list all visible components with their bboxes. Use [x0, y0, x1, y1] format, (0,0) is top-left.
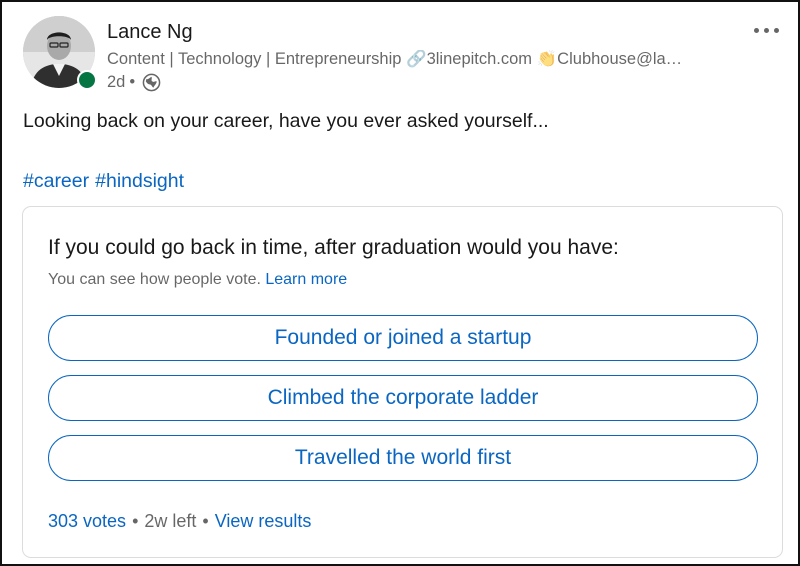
- poll-option-corporate[interactable]: Climbed the corporate ladder: [48, 375, 758, 421]
- vote-count-link[interactable]: 303 votes: [48, 511, 126, 532]
- post-time: 2d: [107, 73, 126, 91]
- footer-separator: •: [132, 511, 139, 531]
- globe-icon: [142, 73, 161, 92]
- author-name[interactable]: Lance Ng: [107, 21, 193, 44]
- hashtags: #career #hindsight: [23, 170, 184, 193]
- poll-question: If you could go back in time, after grad…: [48, 236, 619, 259]
- time-left: 2w left: [144, 511, 197, 531]
- poll-visibility-note: You can see how people vote. Learn more: [48, 271, 347, 289]
- visibility-text: You can see how people vote.: [48, 271, 261, 288]
- more-horizontal-icon: [753, 27, 759, 33]
- poll-footer: 303 votes • 2w left • View results: [48, 511, 311, 532]
- meta-separator: •: [129, 73, 136, 91]
- presence-indicator: [77, 70, 97, 90]
- post-text: Looking back on your career, have you ev…: [23, 110, 549, 132]
- footer-separator-2: •: [202, 511, 209, 531]
- more-options-button[interactable]: [746, 18, 786, 42]
- learn-more-link[interactable]: Learn more: [265, 271, 347, 288]
- hashtag-career[interactable]: #career: [23, 170, 89, 193]
- hashtag-hindsight[interactable]: #hindsight: [95, 170, 184, 193]
- poll-card: If you could go back in time, after grad…: [22, 206, 783, 558]
- post-meta: 2d •: [107, 73, 161, 92]
- author-headline: Content | Technology | Entrepreneurship …: [107, 50, 683, 68]
- poll-option-travel[interactable]: Travelled the world first: [48, 435, 758, 481]
- view-results-link[interactable]: View results: [215, 511, 312, 532]
- post-card: Lance Ng Content | Technology | Entrepre…: [0, 0, 800, 566]
- poll-option-startup[interactable]: Founded or joined a startup: [48, 315, 758, 361]
